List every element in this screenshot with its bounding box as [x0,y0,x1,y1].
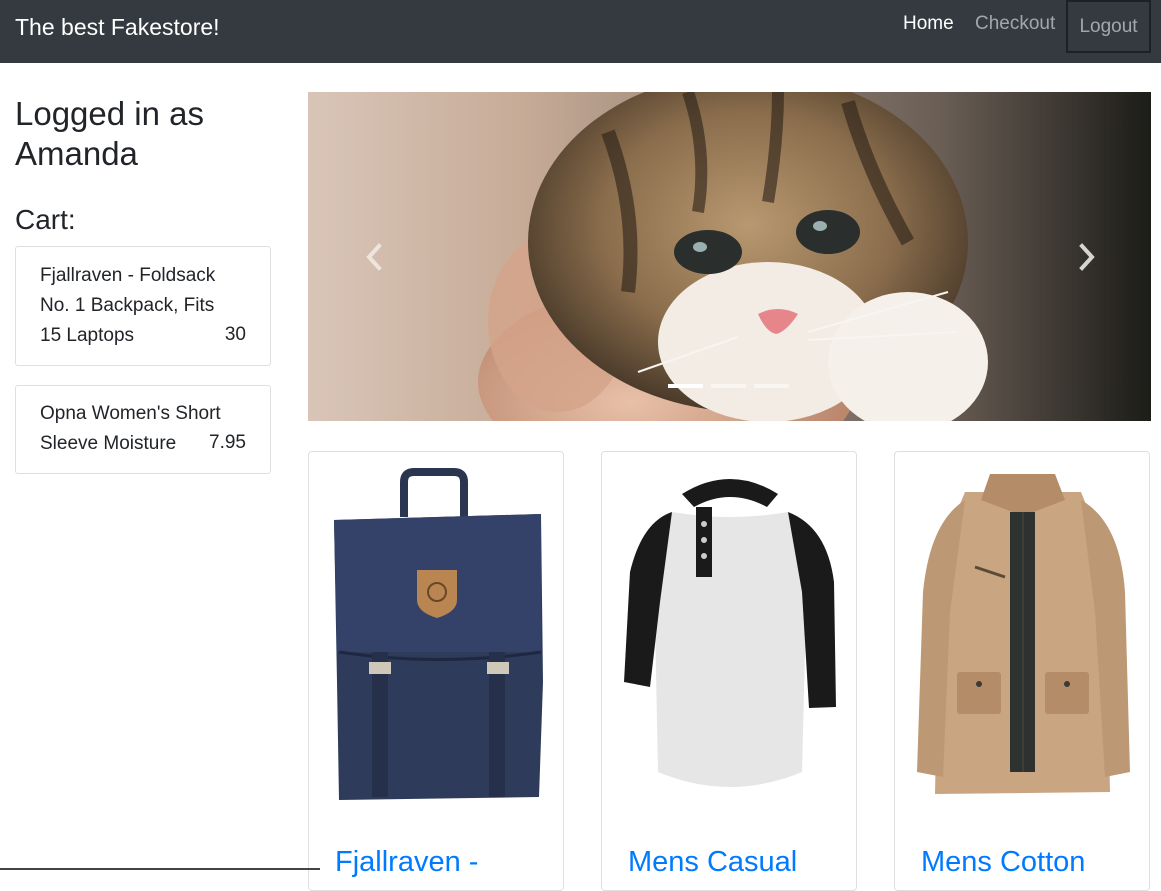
backpack-image [334,468,543,800]
page-bottom-divider [0,868,320,870]
carousel-indicator[interactable] [711,384,746,388]
cart-item-price: 7.95 [209,432,246,453]
brand-title[interactable]: The best Fakestore! [15,12,220,42]
cart-item[interactable]: Opna Women's Short Sleeve Moisture 7.95 [15,385,271,474]
top-navbar: The best Fakestore! Home Checkout Logout [0,0,1161,63]
product-card[interactable]: Mens Casual [601,451,857,891]
image-carousel [308,92,1151,421]
logged-in-heading: Logged in as Amanda [15,95,204,172]
logout-button[interactable]: Logout [1066,0,1151,53]
cart-item[interactable]: Fjallraven - Foldsack No. 1 Backpack, Fi… [15,246,271,366]
cart-heading: Cart: [15,204,76,235]
kitten-slide-image [308,92,1151,421]
raglan-shirt-image [624,479,836,787]
carousel-prev-button[interactable] [353,232,393,282]
carousel-next-button[interactable] [1068,232,1108,282]
product-title[interactable]: Mens Casual [628,844,797,880]
chevron-left-icon [366,243,382,271]
product-card[interactable]: Fjallraven - [308,451,564,891]
nav-checkout-link[interactable]: Checkout [975,11,1055,37]
chevron-right-icon [1079,243,1095,271]
cart-item-name: Opna Women's Short Sleeve Moisture [40,403,221,454]
product-title[interactable]: Mens Cotton [921,844,1085,880]
product-card[interactable]: Mens Cotton [894,451,1150,891]
carousel-indicator[interactable] [754,384,789,388]
product-title[interactable]: Fjallraven - [335,844,478,880]
khaki-jacket-image [917,474,1130,794]
carousel-indicators [668,384,789,390]
cart-item-name: Fjallraven - Foldsack No. 1 Backpack, Fi… [40,265,216,346]
carousel-indicator[interactable] [668,384,703,388]
nav-home-link[interactable]: Home [903,11,954,37]
cart-item-price: 30 [224,324,246,345]
